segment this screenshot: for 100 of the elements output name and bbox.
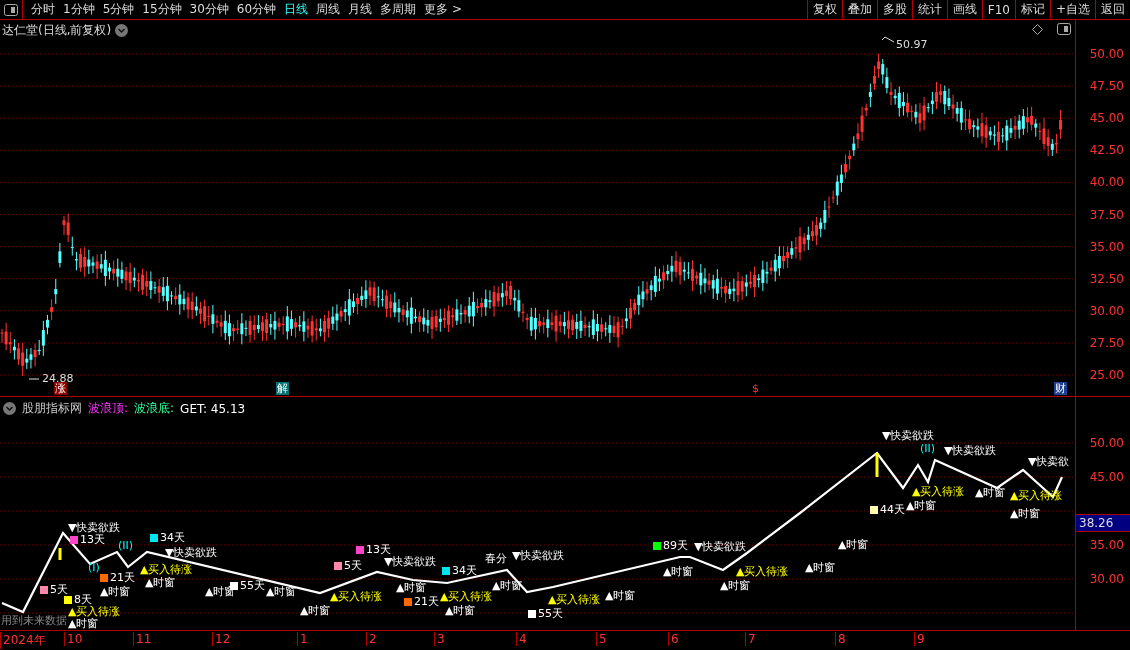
day-count-label: 44天 <box>880 503 905 516</box>
time-window-label: ▲时窗 <box>663 565 694 578</box>
time-window-label: ▲时窗 <box>838 538 869 551</box>
price-axis-label: 40.00 <box>1089 175 1124 190</box>
date-axis-label: 6 <box>668 632 679 646</box>
day-count-label: 21天 <box>414 595 439 608</box>
leader-line <box>881 36 895 43</box>
day-count-label: 34天 <box>452 564 477 577</box>
sell-signal-label: ▼快卖欲跌 <box>944 444 997 457</box>
legend-label: 波浪底: <box>134 400 175 417</box>
date-axis-label: 3 <box>434 632 445 646</box>
solar-term-label: 春分 <box>485 552 507 565</box>
time-window-label: ▲时窗 <box>300 604 331 617</box>
date-axis-label: 5 <box>596 632 607 646</box>
event-marker[interactable]: 解 <box>276 382 289 395</box>
time-window-label: ▲时窗 <box>605 589 636 602</box>
buy-signal-label: ▲买入待涨 <box>440 590 493 603</box>
period-tab[interactable]: 30分钟 <box>189 1 229 18</box>
panel-toggle-icon[interactable] <box>1057 23 1071 35</box>
period-tab[interactable]: 5分钟 <box>102 1 135 18</box>
value-axis-label: 30.00 <box>1089 572 1124 586</box>
value-axis-label: 50.00 <box>1089 436 1124 450</box>
day-count-label: 5天 <box>50 583 68 596</box>
day-count-label: 55天 <box>240 579 265 592</box>
period-tab[interactable]: 日线 <box>284 1 309 18</box>
date-axis-label: 4 <box>516 632 527 646</box>
price-axis-label: 37.50 <box>1089 207 1124 222</box>
price-axis-label: 25.00 <box>1089 368 1124 382</box>
time-window-label: ▲时窗 <box>805 561 836 574</box>
date-axis-label: 2 <box>366 632 377 646</box>
day-count-label: 21天 <box>110 571 135 584</box>
current-value-label: 38.26 <box>1076 514 1130 532</box>
date-axis-label: 12 <box>212 632 231 646</box>
period-tab[interactable]: 月线 <box>348 1 373 18</box>
period-tab[interactable]: 15分钟 <box>142 1 182 18</box>
sell-signal-label: ▼快卖欲 <box>1028 455 1070 468</box>
day-count-label: 89天 <box>663 539 688 552</box>
signal-bar <box>875 453 879 477</box>
sell-signal-label: ▼快卖欲跌 <box>68 521 121 534</box>
period-tab[interactable]: 60分钟 <box>236 1 277 18</box>
event-marker[interactable]: 财 <box>1054 382 1067 395</box>
period-tab[interactable]: 周线 <box>316 1 341 18</box>
time-window-label: ▲时窗 <box>906 499 937 512</box>
price-axis-label: 42.50 <box>1089 143 1124 158</box>
price-axis-label: 32.50 <box>1089 271 1124 286</box>
time-window-label: ▲时窗 <box>445 604 476 617</box>
price-axis-label: 47.50 <box>1089 79 1124 94</box>
price-axis-label: 27.50 <box>1089 335 1124 350</box>
period-tab[interactable]: 分时 <box>31 1 55 18</box>
price-axis-label: 35.00 <box>1089 239 1124 254</box>
legend-label: 股朋指标网 <box>22 400 82 417</box>
signal-bar <box>58 548 62 560</box>
leader-line <box>28 378 40 380</box>
time-window-label: ▲时窗 <box>975 486 1006 499</box>
value-axis-label: 35.00 <box>1089 538 1124 552</box>
sell-signal-label: ▼快卖欲跌 <box>694 540 747 553</box>
buy-signal-label: ▲买入待涨 <box>1010 489 1063 502</box>
time-window-label: ▲时窗 <box>100 585 131 598</box>
date-axis-label: 7 <box>745 632 756 646</box>
date-axis-label: 2024年 <box>0 632 46 649</box>
buy-signal-label: ▲买入待涨 <box>330 590 383 603</box>
sell-signal-label: ▼快卖欲跌 <box>512 549 565 562</box>
buy-signal-label: ▲买入待涨 <box>548 593 601 606</box>
future-data-warning: 用到未来数据 <box>1 613 67 628</box>
price-axis-label: 50.00 <box>1089 47 1124 61</box>
more-menu[interactable]: 更多 > <box>424 1 462 18</box>
legend-label: GET: 45.13 <box>180 401 246 416</box>
sell-signal-label: ▼快卖欲跌 <box>384 555 437 568</box>
legend-label: 波浪顶: <box>88 400 129 417</box>
price-axis-label: 45.00 <box>1089 111 1124 126</box>
chevron-down-icon[interactable] <box>3 402 16 415</box>
day-count-label: 5天 <box>344 559 362 572</box>
date-axis-label: 9 <box>914 632 925 646</box>
period-tab[interactable]: 多周期 <box>380 1 417 18</box>
day-count-label: 13天 <box>366 543 391 556</box>
chevron-down-icon[interactable] <box>115 24 129 37</box>
day-count-label: 34天 <box>160 531 185 544</box>
date-axis-label: 11 <box>133 632 152 646</box>
sell-signal-label: ▼快卖欲跌 <box>165 546 218 559</box>
buy-signal-label: ▲买入待涨 <box>68 605 121 618</box>
date-axis-label: 1 <box>297 632 308 646</box>
sell-signal-label: ▼快卖欲跌 <box>882 429 935 442</box>
wave-count-label: (II) <box>920 442 936 455</box>
value-axis-label: 45.00 <box>1089 470 1124 484</box>
panel-toggle-icon[interactable] <box>4 3 18 16</box>
event-marker[interactable]: 涨 <box>54 382 67 395</box>
buy-signal-label: ▲买入待涨 <box>736 565 789 578</box>
diamond-icon[interactable] <box>1032 23 1043 35</box>
time-window-label: ▲时窗 <box>145 576 176 589</box>
event-marker[interactable]: $ <box>751 382 760 395</box>
day-count-label: 13天 <box>80 533 105 546</box>
stock-title: 达仁堂(日线,前复权) <box>2 22 112 39</box>
time-window-label: ▲时窗 <box>396 581 427 594</box>
time-window-label: ▲时窗 <box>1010 507 1041 520</box>
date-axis-label: 10 <box>64 632 83 646</box>
price-axis-label: 30.00 <box>1089 303 1124 318</box>
buy-signal-label: ▲买入待涨 <box>912 485 965 498</box>
buy-signal-label: ▲买入待涨 <box>140 563 193 576</box>
period-tab[interactable]: 1分钟 <box>63 1 95 18</box>
wave-count-label: (II) <box>118 539 134 552</box>
